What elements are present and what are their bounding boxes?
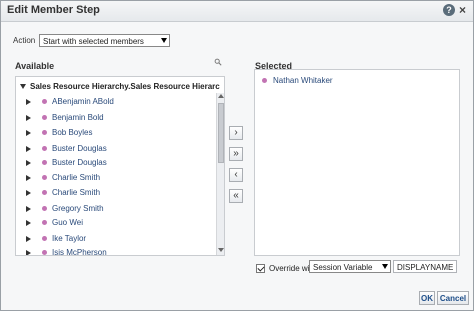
expand-triangle-icon[interactable] bbox=[26, 99, 31, 105]
scroll-up-icon[interactable] bbox=[218, 94, 224, 98]
member-dot-icon bbox=[42, 175, 47, 180]
move-right-button[interactable]: › bbox=[229, 126, 243, 140]
chevron-down-icon bbox=[161, 38, 167, 43]
dialog-titlebar: Edit Member Step ? × bbox=[1, 1, 473, 22]
member-dot-icon bbox=[42, 115, 47, 120]
action-label: Action bbox=[13, 36, 36, 45]
move-all-right-icon: » bbox=[233, 148, 239, 159]
move-all-left-icon: « bbox=[233, 190, 239, 201]
expand-triangle-icon[interactable] bbox=[26, 175, 31, 181]
expand-triangle-icon[interactable] bbox=[26, 115, 31, 121]
expand-triangle-icon[interactable] bbox=[26, 146, 31, 152]
override-select[interactable]: Session Variable bbox=[309, 260, 391, 273]
expand-triangle-icon[interactable] bbox=[26, 250, 31, 255]
available-list[interactable]: Sales Resource Hierarchy.Sales Resource … bbox=[15, 76, 225, 256]
override-select-value: Session Variable bbox=[313, 263, 373, 272]
search-icon[interactable] bbox=[214, 58, 222, 66]
member-dot-icon bbox=[42, 250, 47, 255]
member-dot-icon bbox=[42, 190, 47, 195]
member-dot-icon bbox=[42, 146, 47, 151]
tree-item-label: Charlie Smith bbox=[52, 188, 101, 197]
member-dot-icon bbox=[42, 130, 47, 135]
ok-button[interactable]: OK bbox=[419, 291, 435, 305]
move-left-button[interactable]: ‹ bbox=[229, 168, 243, 182]
action-select[interactable]: Start with selected members bbox=[39, 34, 170, 47]
tree-item-label: Charlie Smith bbox=[52, 173, 101, 182]
available-label: Available bbox=[15, 61, 55, 71]
move-right-icon: › bbox=[234, 127, 238, 138]
edit-member-step-dialog: Edit Member Step ? × Action Start with s… bbox=[0, 0, 474, 311]
hierarchy-header[interactable]: Sales Resource Hierarchy.Sales Resource … bbox=[20, 82, 220, 91]
expand-triangle-icon[interactable] bbox=[26, 236, 31, 242]
expand-triangle-icon[interactable] bbox=[26, 206, 31, 212]
member-dot-icon bbox=[42, 236, 47, 241]
tree-item-label: Ike Taylor bbox=[52, 234, 87, 243]
tree-item-label: Benjamin Bold bbox=[52, 113, 104, 122]
move-left-icon: ‹ bbox=[234, 169, 238, 180]
tree-item-label: Bob Boyles bbox=[52, 128, 93, 137]
selected-item-label: Nathan Whitaker bbox=[273, 76, 333, 85]
member-dot-icon bbox=[42, 220, 47, 225]
expand-triangle-icon[interactable] bbox=[26, 190, 31, 196]
tree-item-label: Buster Douglas bbox=[52, 144, 107, 153]
expand-triangle-icon[interactable] bbox=[26, 160, 31, 166]
available-scrollbar[interactable] bbox=[216, 93, 224, 255]
member-dot-icon bbox=[42, 99, 47, 104]
cancel-button[interactable]: Cancel bbox=[437, 291, 469, 305]
chevron-down-icon bbox=[382, 264, 388, 269]
help-icon[interactable]: ? bbox=[443, 4, 455, 16]
expand-down-icon[interactable] bbox=[20, 84, 26, 89]
scroll-thumb[interactable] bbox=[218, 103, 224, 163]
expand-triangle-icon[interactable] bbox=[26, 130, 31, 136]
tree-item-label: Buster Douglas bbox=[52, 158, 107, 167]
selected-list[interactable]: Nathan Whitaker bbox=[254, 69, 460, 256]
tree-item-label: ABenjamin ABold bbox=[52, 97, 114, 106]
override-checkbox[interactable] bbox=[256, 264, 265, 273]
action-select-value: Start with selected members bbox=[43, 37, 144, 46]
expand-triangle-icon[interactable] bbox=[26, 220, 31, 226]
member-dot-icon bbox=[42, 206, 47, 211]
move-all-left-button[interactable]: « bbox=[229, 189, 243, 203]
tree-item-label: Isis McPherson bbox=[52, 248, 107, 256]
scroll-down-icon[interactable] bbox=[218, 248, 224, 252]
dialog-title: Edit Member Step bbox=[7, 4, 100, 16]
close-icon[interactable]: × bbox=[459, 3, 466, 17]
move-all-right-button[interactable]: » bbox=[229, 147, 243, 161]
hierarchy-label: Sales Resource Hierarchy.Sales Resource … bbox=[30, 82, 220, 91]
tree-item-label: Guo Wei bbox=[52, 218, 83, 227]
tree-item-label: Gregory Smith bbox=[52, 204, 104, 213]
member-dot-icon bbox=[42, 160, 47, 165]
member-dot-icon bbox=[262, 78, 267, 83]
selected-item[interactable]: Nathan Whitaker bbox=[262, 76, 333, 85]
display-name-field[interactable]: DISPLAYNAME bbox=[393, 260, 457, 273]
